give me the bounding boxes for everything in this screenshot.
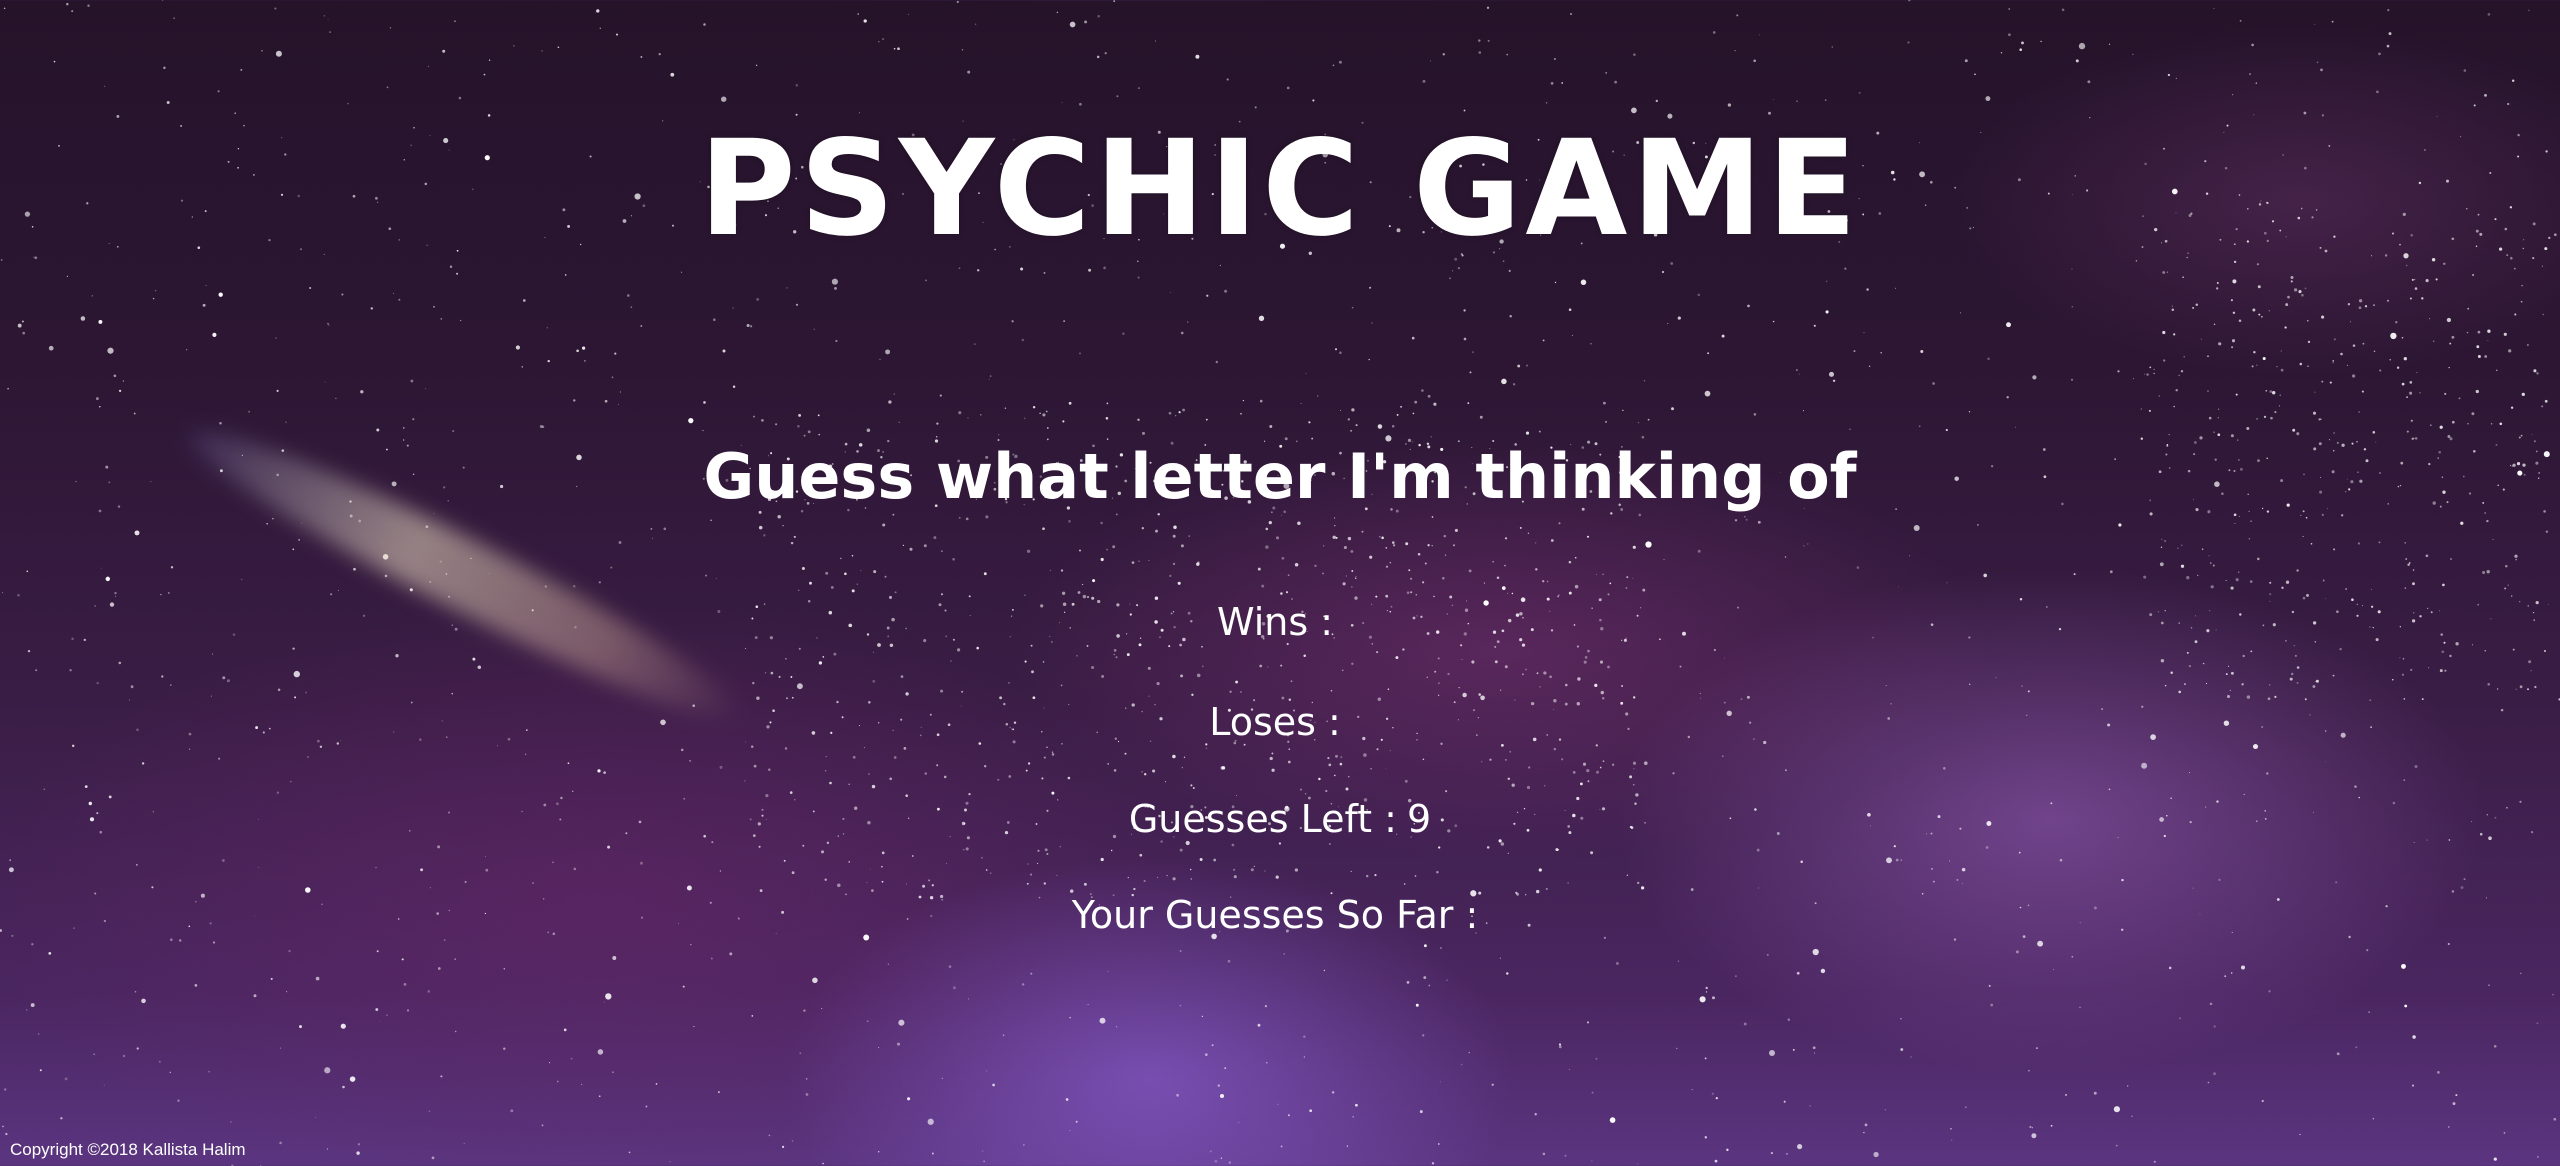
game-container: PSYCHIC GAME Guess what letter I'm think…	[0, 0, 2560, 1166]
wins-label: Wins :	[1216, 600, 1334, 644]
guesses-so-far-label: Your Guesses So Far :	[1071, 893, 1479, 937]
copyright-footer: Copyright ©2018 Kallista Halim	[10, 1140, 246, 1159]
game-instructions: Guess what letter I'm thinking of	[703, 440, 1857, 513]
guesses-left-label: Guesses Left :	[1128, 797, 1397, 841]
guesses-so-far-stat: Your Guesses So Far :	[0, 893, 2560, 939]
loses-label: Loses :	[1209, 700, 1341, 744]
wins-stat: Wins :	[0, 600, 2560, 646]
guesses-left-value: 9	[1406, 797, 1432, 841]
loses-stat: Loses :	[0, 700, 2560, 746]
guesses-left-stat: Guesses Left :9	[0, 797, 2560, 843]
page-title: PSYCHIC GAME	[698, 112, 1861, 266]
